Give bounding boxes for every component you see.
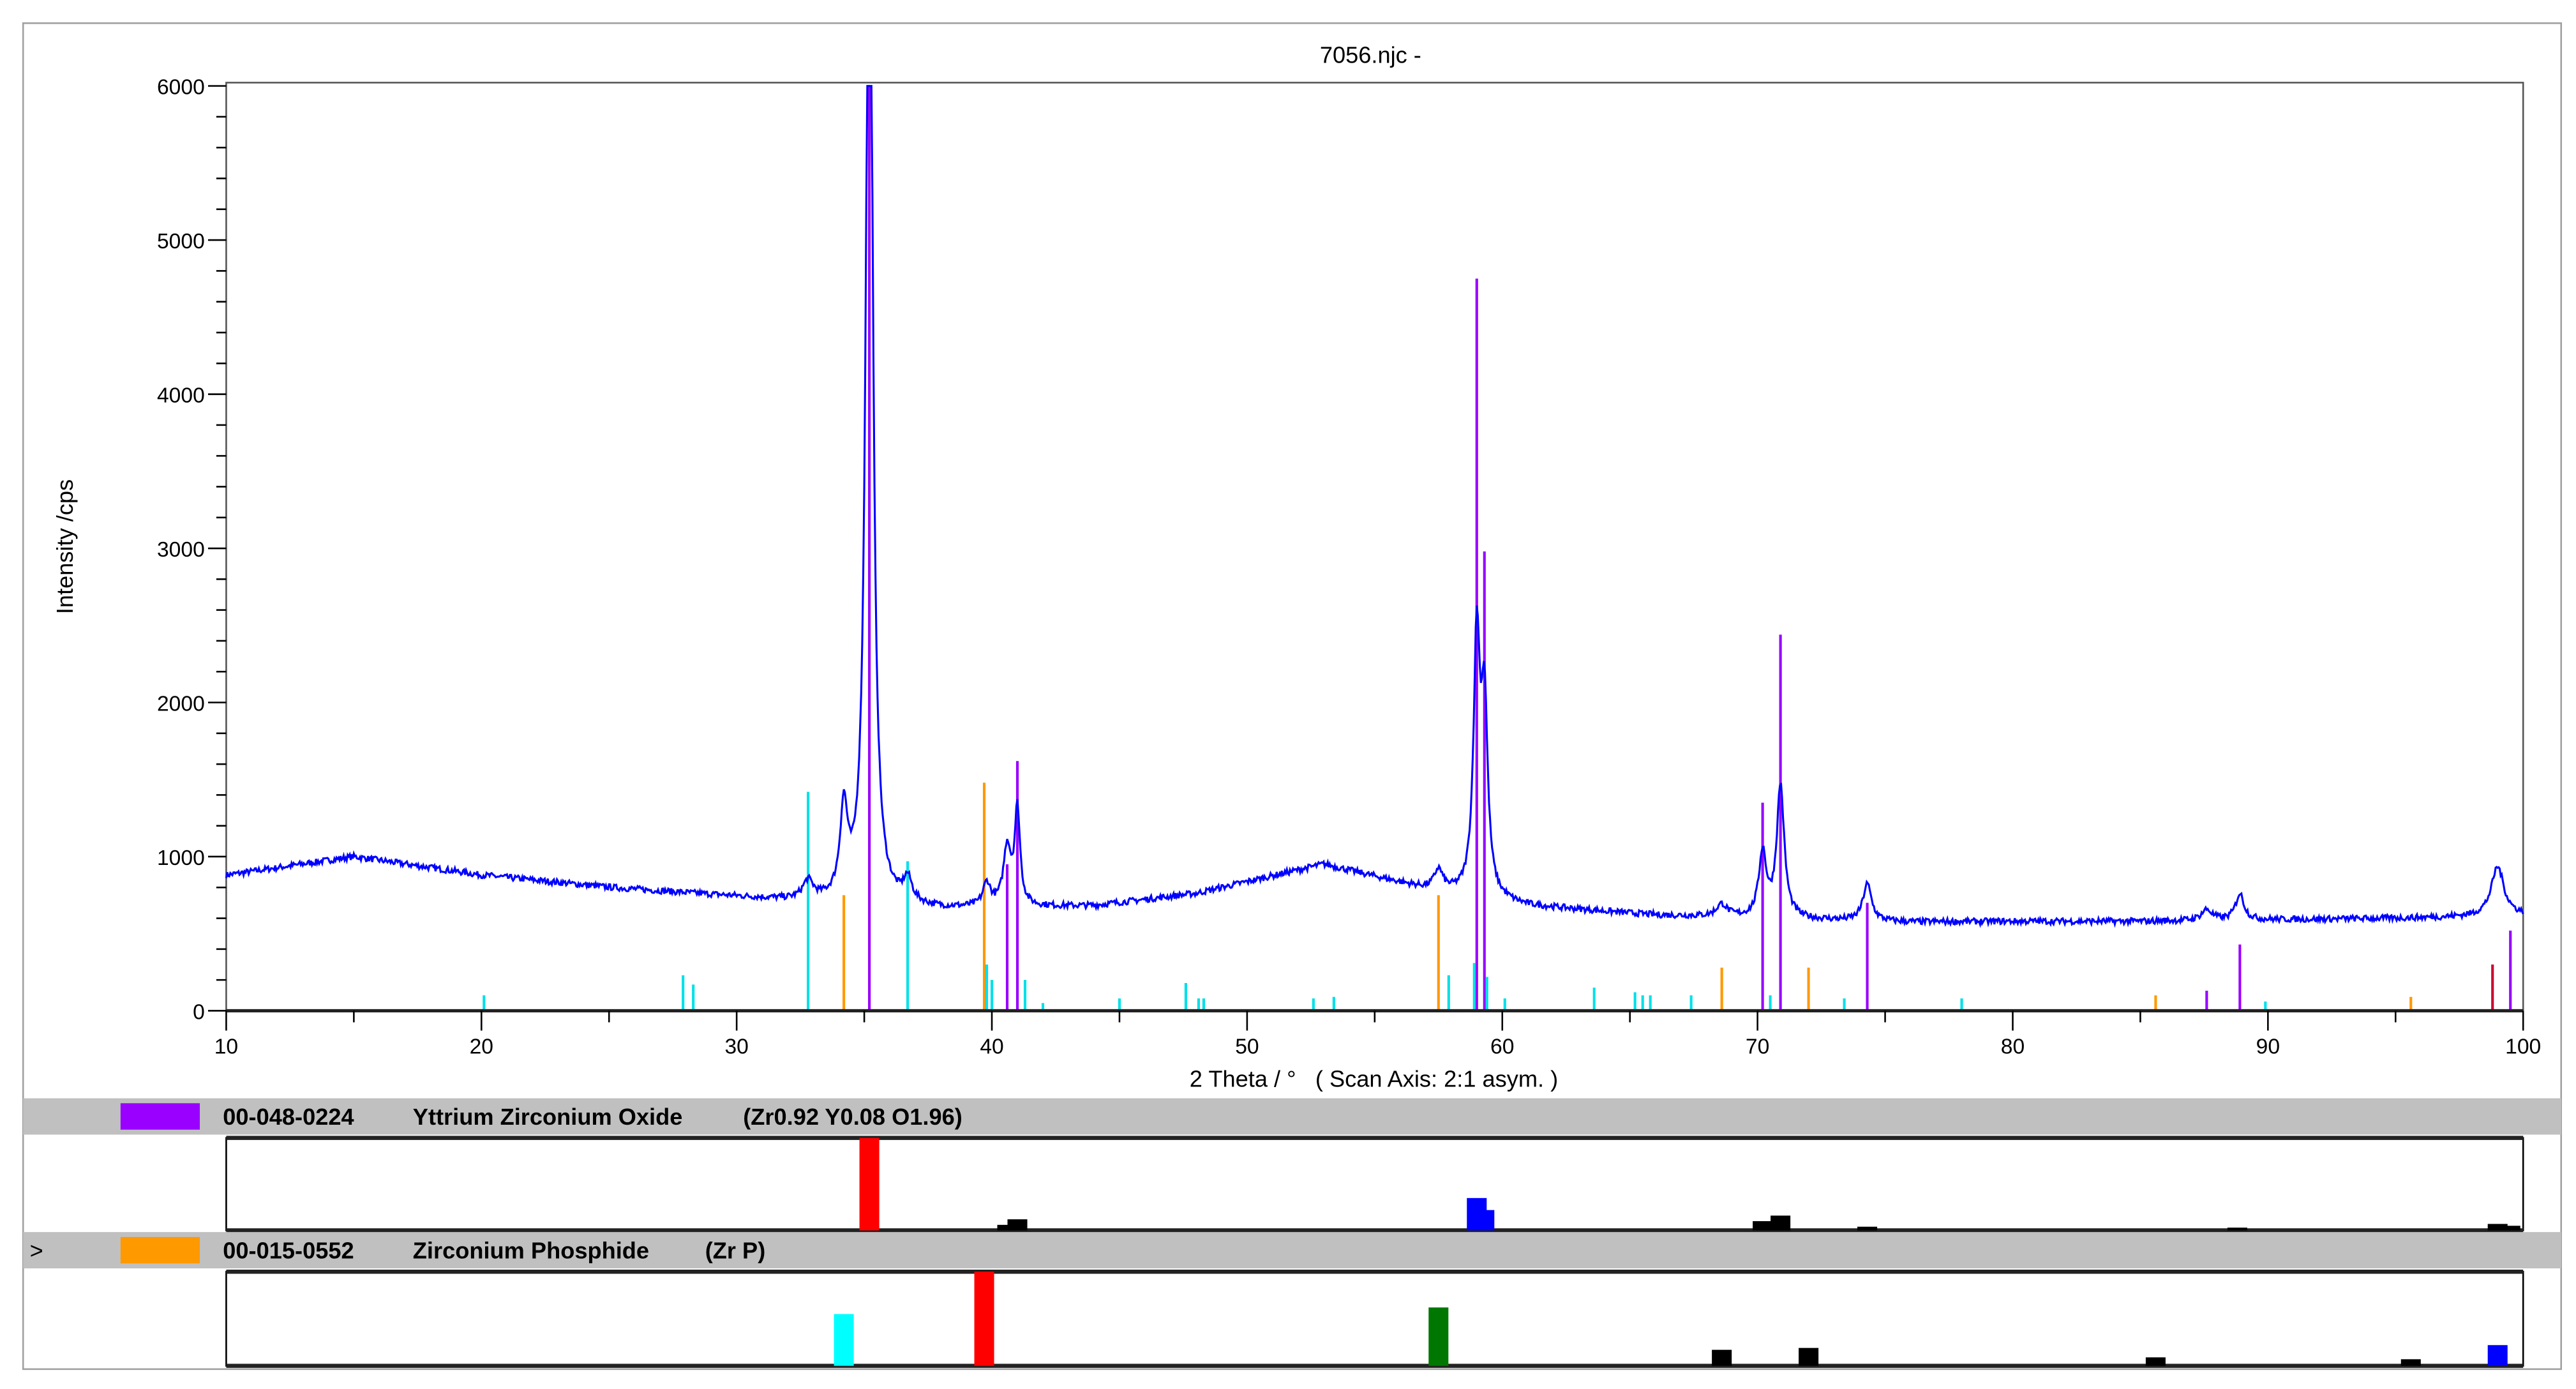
phase-stick bbox=[834, 1314, 854, 1366]
phase-stick bbox=[974, 1272, 994, 1366]
phase-stick bbox=[1007, 1219, 1028, 1231]
phase-code: 00-048-0224 bbox=[223, 1104, 354, 1130]
x-tick-label: 60 bbox=[1490, 1035, 1514, 1059]
phase-stick bbox=[1428, 1307, 1449, 1366]
y-tick-label: 4000 bbox=[157, 384, 205, 408]
y-tick-label: 6000 bbox=[157, 76, 205, 100]
phase-row-1[interactable]: 00-048-0224 Yttrium Zirconium Oxide (Zr0… bbox=[23, 1098, 2561, 1233]
x-tick-label: 20 bbox=[470, 1035, 493, 1059]
stick-panel-2 bbox=[225, 1270, 2524, 1367]
phase-color-swatch[interactable] bbox=[120, 1103, 200, 1130]
y-tick-label: 3000 bbox=[157, 538, 205, 562]
phase-formula: (Zr0.92 Y0.08 O1.96) bbox=[743, 1104, 962, 1130]
phase-stick bbox=[2227, 1228, 2247, 1231]
expand-chevron-icon[interactable]: > bbox=[30, 1238, 43, 1264]
phase-stick bbox=[1857, 1226, 1878, 1231]
x-tick-label: 50 bbox=[1235, 1035, 1259, 1059]
phase-stick bbox=[2400, 1359, 2421, 1366]
x-tick-label: 10 bbox=[214, 1035, 238, 1059]
y-axis-label: Intensity /cps bbox=[52, 479, 78, 614]
phase-name: Yttrium Zirconium Oxide bbox=[413, 1104, 683, 1130]
x-tick-label: 80 bbox=[2001, 1035, 2025, 1059]
phase-name: Zirconium Phosphide bbox=[413, 1238, 649, 1264]
phase-header-1[interactable] bbox=[23, 1098, 2561, 1135]
phase-row-2[interactable]: > 00-015-0552 Zirconium Phosphide (Zr P) bbox=[23, 1232, 2561, 1368]
chart-title: 7056.njc - bbox=[1320, 41, 1421, 68]
phase-stick bbox=[2500, 1226, 2520, 1231]
x-tick-label: 100 bbox=[2505, 1035, 2541, 1059]
phase-stick bbox=[1474, 1210, 1495, 1231]
phase-stick bbox=[1771, 1215, 1791, 1231]
xrd-window: 7056.njc - 10 20 30 40 50 60 70 80 90 100 0 1000 20… bbox=[22, 22, 2563, 1370]
y-tick-label: 1000 bbox=[157, 846, 205, 870]
x-tick-label: 30 bbox=[724, 1035, 748, 1059]
phase-stick bbox=[2487, 1345, 2508, 1366]
phase-header-2[interactable] bbox=[23, 1232, 2561, 1269]
y-tick-label: 0 bbox=[193, 1000, 205, 1024]
x-tick-label: 90 bbox=[2256, 1035, 2280, 1059]
phase-stick bbox=[1753, 1221, 1773, 1231]
y-tick-label: 2000 bbox=[157, 692, 205, 716]
phase-stick bbox=[1799, 1348, 1819, 1366]
x-axis-label: 2 Theta / ° ( Scan Axis: 2:1 asym. ) bbox=[1190, 1065, 1558, 1092]
phase-code: 00-015-0552 bbox=[223, 1238, 354, 1264]
x-tick-label: 70 bbox=[1746, 1035, 1769, 1059]
phase-stick bbox=[1712, 1349, 1732, 1366]
phase-color-swatch[interactable] bbox=[120, 1236, 200, 1264]
phase-stick bbox=[2145, 1357, 2166, 1366]
phase-stick bbox=[859, 1137, 880, 1231]
y-tick-label: 5000 bbox=[157, 230, 205, 253]
phase-formula: (Zr P) bbox=[705, 1238, 766, 1264]
x-tick-label: 40 bbox=[980, 1035, 1003, 1059]
stick-panel-1 bbox=[225, 1137, 2524, 1231]
